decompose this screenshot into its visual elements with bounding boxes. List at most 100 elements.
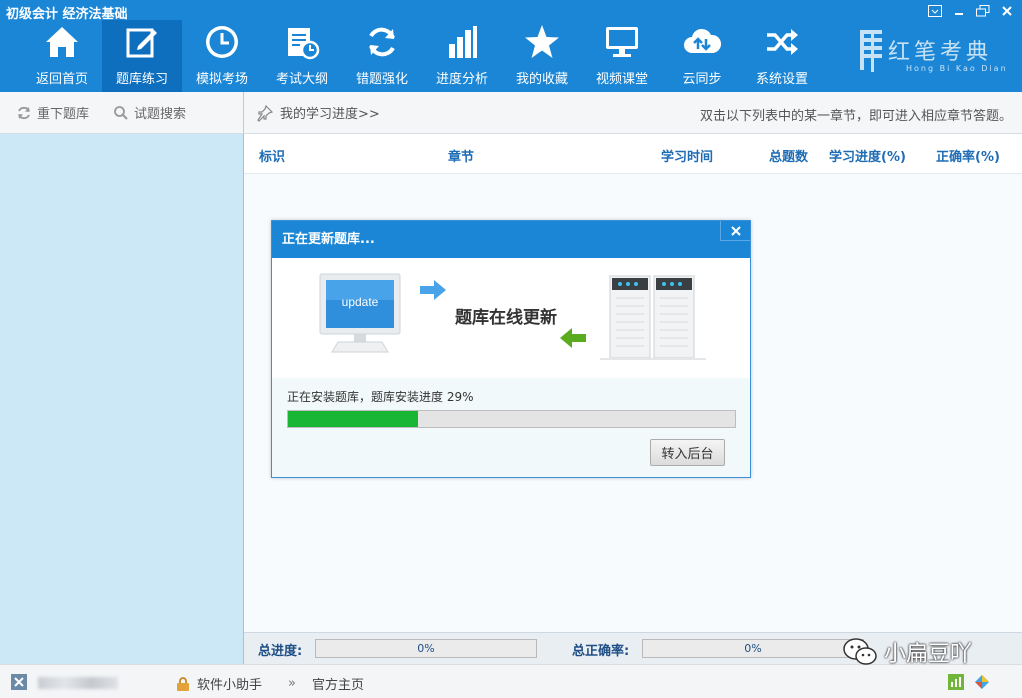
chapter-tree-panel[interactable]: [0, 134, 244, 664]
restore-icon: [976, 5, 990, 17]
helper-label: 软件小助手: [197, 678, 263, 693]
window-controls: [926, 3, 1016, 19]
star-icon: [522, 22, 562, 62]
edit-icon: [122, 22, 162, 62]
reload-bank-button[interactable]: 重下题库: [16, 103, 89, 122]
nav-question-bank[interactable]: 题库练习: [102, 20, 182, 92]
top-toolbar: 初级会计 经济法基础 返回首页 题库练习 模拟考场 考试大纲 错题强化 进度分析…: [0, 0, 1022, 92]
close-icon: [730, 225, 741, 236]
helper-link[interactable]: 软件小助手: [175, 674, 262, 693]
nav-label: 视频课堂: [595, 72, 648, 87]
watermark: 小扁豆吖: [842, 636, 972, 668]
monitor-icon: [602, 22, 642, 62]
column-header[interactable]: 正确率(%): [936, 146, 1000, 165]
refresh-icon: [362, 22, 402, 62]
server-icon: [600, 275, 706, 360]
search-icon: [114, 105, 128, 120]
official-home-label: 官方主页: [311, 678, 364, 693]
reload-bank-label: 重下题库: [37, 107, 90, 122]
close-icon: [1002, 6, 1012, 16]
column-header[interactable]: 标识: [259, 146, 285, 165]
nav-label: 错题强化: [355, 72, 408, 87]
breadcrumb-text[interactable]: 我的学习进度>>: [280, 103, 380, 122]
app-status-icon: [11, 674, 27, 690]
status-bar: 软件小助手 » 官方主页: [0, 664, 1022, 698]
color-app-icon[interactable]: [974, 674, 990, 690]
update-dialog: 正在更新题库... update 题库在线更新 正在安装题库，题库安装进度 29…: [271, 220, 751, 478]
dialog-close-button[interactable]: [720, 221, 750, 241]
column-header[interactable]: 总题数: [769, 146, 808, 165]
breadcrumb: 我的学习进度>> 双击以下列表中的某一章节，即可进入相应章节答题。: [244, 92, 1022, 134]
minimize-button[interactable]: [950, 3, 968, 19]
menu-icon: [928, 5, 942, 17]
nav-label: 我的收藏: [515, 72, 568, 87]
total-accuracy-value: 0%: [744, 642, 762, 655]
column-header[interactable]: 学习进度(%): [829, 146, 906, 165]
nav-syllabus[interactable]: 考试大纲: [262, 20, 342, 92]
total-accuracy-bar: 0%: [642, 639, 864, 658]
brand-mark-icon: [860, 30, 882, 72]
nav-wrong-questions[interactable]: 错题强化: [342, 20, 422, 92]
nav-video-class[interactable]: 视频课堂: [582, 20, 662, 92]
nav-label: 考试大纲: [275, 72, 328, 87]
hint-text: 双击以下列表中的某一章节，即可进入相应章节答题。: [699, 109, 1012, 124]
question-search-label: 试题搜索: [134, 107, 187, 122]
nav-label: 云同步: [682, 72, 722, 87]
nav-label: 系统设置: [755, 72, 808, 87]
nav-cloud-sync[interactable]: 云同步: [662, 20, 742, 92]
double-chevron-icon: »: [288, 676, 296, 691]
dialog-title: 正在更新题库...: [272, 221, 750, 258]
nav-favorites[interactable]: 我的收藏: [502, 20, 582, 92]
syllabus-icon: [282, 22, 322, 62]
menu-button[interactable]: [926, 3, 944, 19]
cloud-sync-icon: [682, 22, 722, 62]
question-search-button[interactable]: 试题搜索: [113, 103, 186, 122]
close-window-button[interactable]: [998, 3, 1016, 19]
arrow-left-icon: [560, 328, 586, 348]
monitor-label: update: [342, 295, 379, 309]
install-progress-bar: [287, 410, 736, 428]
table-header: 标识 章节 学习时间 总题数 学习进度(%) 正确率(%): [244, 134, 1022, 174]
pin-icon: [257, 104, 274, 122]
update-banner: update 题库在线更新: [272, 258, 750, 378]
arrow-right-icon: [420, 280, 446, 300]
watermark-text: 小扁豆吖: [884, 642, 973, 667]
run-in-background-button[interactable]: 转入后台: [650, 439, 725, 466]
brand-name: 红笔考典: [888, 40, 993, 65]
nav-label: 题库练习: [115, 72, 168, 87]
main-nav: 返回首页 题库练习 模拟考场 考试大纲 错题强化 进度分析 我的收藏 视频课堂 …: [22, 20, 822, 92]
restore-button[interactable]: [974, 3, 992, 19]
brand-subtitle: Hong Bi Kao Dian: [906, 64, 1008, 73]
bar-chart-icon: [442, 22, 482, 62]
dialog-body: 正在安装题库，题库安装进度 29% 转入后台: [272, 378, 750, 477]
column-header[interactable]: 章节: [448, 146, 474, 165]
wechat-icon: [843, 638, 877, 665]
nav-progress-analysis[interactable]: 进度分析: [422, 20, 502, 92]
total-progress-label: 总进度:: [258, 644, 303, 659]
clock-icon: [202, 22, 242, 62]
computer-icon: update: [319, 273, 401, 353]
install-status-text: 正在安装题库，题库安装进度 29%: [287, 390, 474, 404]
install-progress-fill: [288, 411, 418, 427]
shuffle-icon: [762, 22, 802, 62]
reload-icon: [18, 106, 30, 119]
minimize-icon: [955, 13, 963, 15]
official-home-link[interactable]: » 官方主页: [288, 674, 364, 693]
nav-system-settings[interactable]: 系统设置: [742, 20, 822, 92]
column-header[interactable]: 学习时间: [661, 146, 713, 165]
banner-text: 题库在线更新: [455, 308, 557, 328]
nav-home[interactable]: 返回首页: [22, 20, 102, 92]
home-icon: [42, 22, 82, 62]
stats-icon[interactable]: [948, 674, 964, 690]
blurred-username: [38, 677, 118, 689]
nav-label: 返回首页: [35, 72, 88, 87]
brand-logo: 红笔考典 Hong Bi Kao Dian: [858, 26, 1008, 76]
total-progress-bar: 0%: [315, 639, 537, 658]
nav-mock-exam[interactable]: 模拟考场: [182, 20, 262, 92]
lock-icon: [177, 676, 189, 691]
total-progress-value: 0%: [417, 642, 435, 655]
nav-label: 进度分析: [435, 72, 488, 87]
nav-label: 模拟考场: [195, 72, 248, 87]
total-accuracy-label: 总正确率:: [572, 644, 630, 659]
left-toolbar: 重下题库 试题搜索: [0, 92, 244, 134]
